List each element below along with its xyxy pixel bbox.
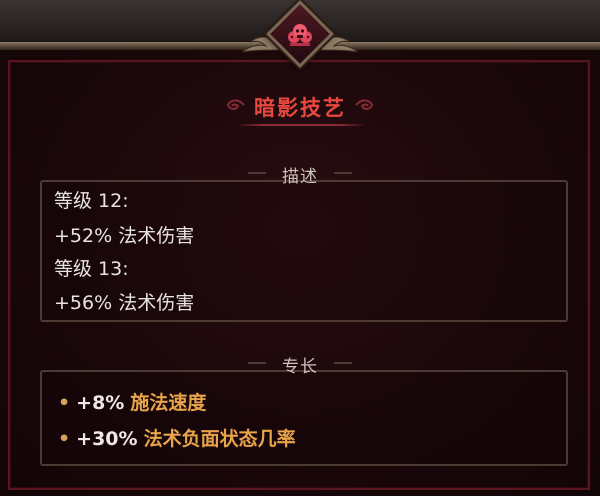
skill-title: 暗影技艺 [254,96,346,120]
specialties-header: 专长 [282,357,318,377]
title-ornament-right-icon [355,99,374,110]
skull-crest-icon [288,24,312,46]
bullet-icon: • [58,392,71,414]
specialty-name: 施法速度 [130,392,207,414]
specialty-name: 法术负面状态几率 [143,428,296,450]
bullet-icon: • [58,428,71,450]
description-line: +56% 法术伤害 [54,292,195,314]
specialties-box [40,370,568,466]
description-line: 等级 12: [54,190,129,212]
specialty-value: +8% [76,392,125,414]
title-underline [236,124,366,126]
description-line: +52% 法术伤害 [54,225,195,247]
specialty-item: • +30% 法术负面状态几率 [58,424,296,451]
specialty-value: +30% [76,428,138,450]
description-header: 描述 [282,167,318,187]
specialty-item: • +8% 施法速度 [58,388,206,415]
description-line: 等级 13: [54,258,129,280]
